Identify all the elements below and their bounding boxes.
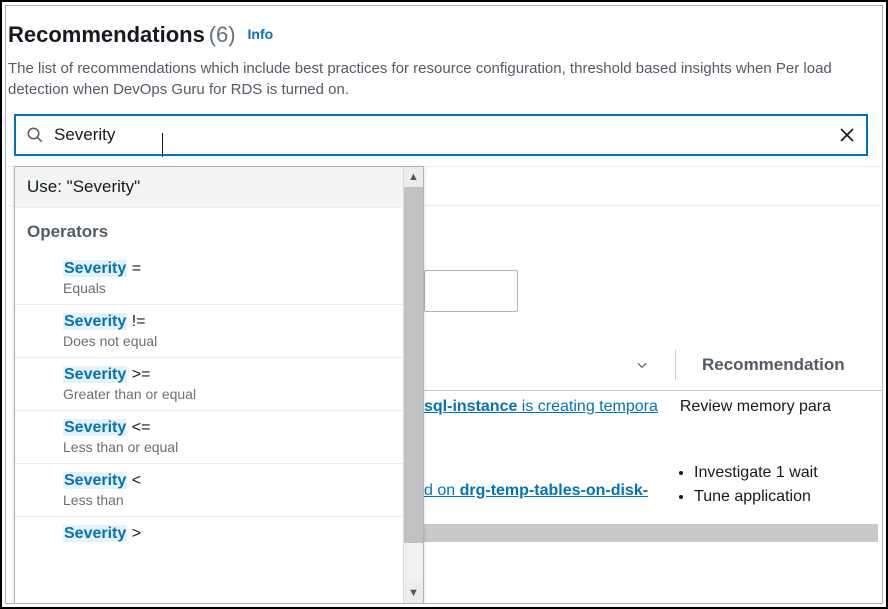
operator-gte[interactable]: Severity >= Greater than or equal: [15, 358, 403, 411]
operator-lt[interactable]: Severity < Less than: [15, 464, 403, 517]
horizontal-scrollbar[interactable]: [424, 524, 878, 542]
recommendation-cell: Investigate 1 wait Tune application: [670, 464, 818, 512]
table-row: sql-instance is creating tempora Review …: [424, 398, 882, 454]
search-input[interactable]: [44, 125, 838, 145]
info-link[interactable]: Info: [248, 26, 274, 42]
dropdown-list: Use: "Severity" Operators Severity = Equ…: [15, 167, 403, 603]
sort-icon[interactable]: [635, 358, 649, 372]
scroll-up-icon[interactable]: ▲: [404, 167, 423, 187]
insight-link[interactable]: d on drg-temp-tables-on-disk-: [424, 482, 648, 500]
panel-title: Recommendations: [8, 22, 205, 47]
recommendation-text: Review memory para: [680, 398, 831, 416]
panel-description: The list of recommendations which includ…: [6, 52, 882, 114]
scroll-thumb[interactable]: [404, 187, 423, 543]
search-icon: [26, 126, 44, 144]
clear-search-icon[interactable]: [838, 126, 856, 144]
column-recommendation[interactable]: Recommendation: [702, 355, 845, 375]
app-frame: Recommendations (6) Info The list of rec…: [0, 0, 888, 609]
dropdown-use-option[interactable]: Use: "Severity": [15, 167, 403, 208]
filter-dropdown: Use: "Severity" Operators Severity = Equ…: [14, 166, 424, 604]
panel-count: (6): [209, 22, 236, 47]
search-bar[interactable]: [14, 114, 868, 156]
dropdown-select[interactable]: [424, 270, 518, 312]
panel-header: Recommendations (6) Info: [6, 22, 882, 52]
recommendation-item: Tune application: [694, 488, 818, 506]
panel: Recommendations (6) Info The list of rec…: [5, 5, 883, 604]
dropdown-section-header: Operators: [15, 208, 403, 252]
column-headers: Recommendation: [424, 339, 882, 391]
scroll-down-icon[interactable]: ▼: [404, 583, 423, 603]
operator-equals[interactable]: Severity = Equals: [15, 252, 403, 305]
recommendation-item: Investigate 1 wait: [694, 464, 818, 482]
operator-not-equals[interactable]: Severity != Does not equal: [15, 305, 403, 358]
insight-link[interactable]: sql-instance is creating tempora: [424, 398, 658, 416]
column-divider: [675, 350, 676, 380]
operator-lte[interactable]: Severity <= Less than or equal: [15, 411, 403, 464]
dropdown-scrollbar[interactable]: ▲ ▼: [403, 167, 423, 603]
operator-gt[interactable]: Severity >: [15, 517, 403, 545]
text-caret: [162, 133, 163, 157]
